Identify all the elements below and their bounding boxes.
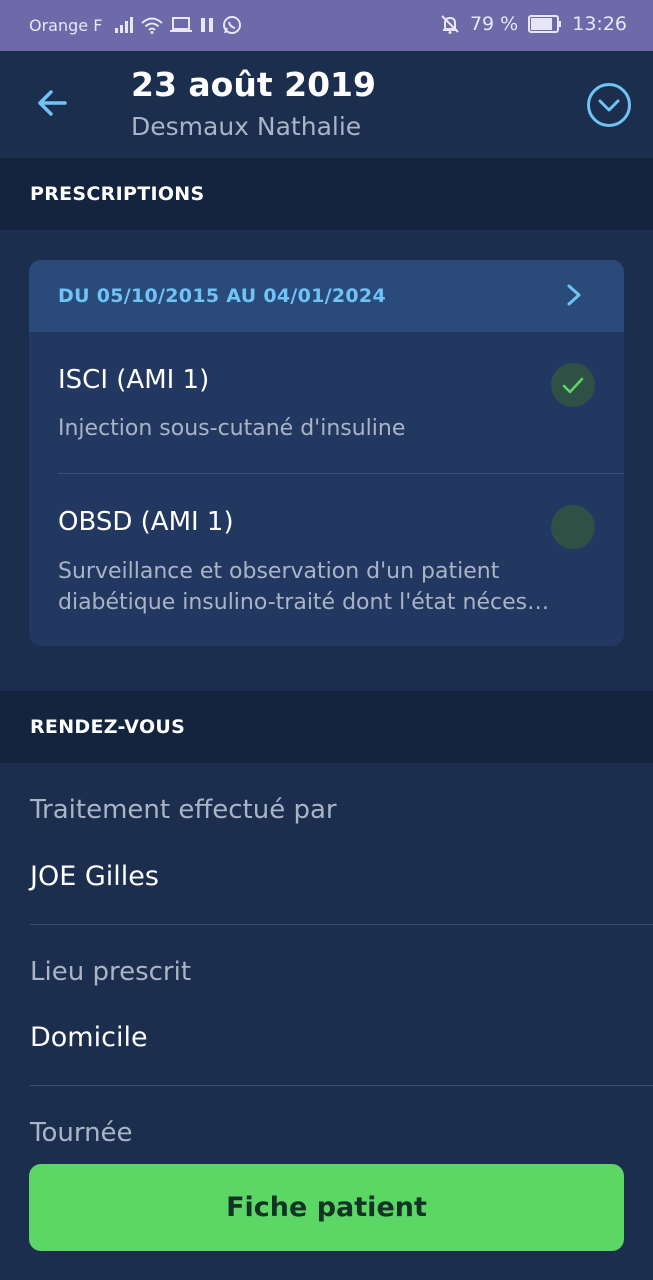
prescription-code: ISCI (AMI 1) [58,365,210,395]
field-value-treatment[interactable]: JOE Gilles [30,861,159,892]
back-arrow-icon[interactable] [32,83,72,123]
prescription-description: Surveillance et observation d'un patient… [58,559,550,615]
clock: 13:26 [572,13,627,35]
fiche-patient-label: Fiche patient [226,1192,427,1223]
pause-icon [201,18,214,32]
prescription-range-header[interactable]: DU 05/10/2015 AU 04/01/2024 [29,260,624,332]
battery-icon [528,15,562,33]
prescription-date-range: DU 05/10/2015 AU 04/01/2024 [58,285,386,307]
chevron-right-icon [567,284,581,306]
prescription-code: OBSD (AMI 1) [58,507,234,537]
whatsapp-icon [223,16,242,34]
prescription-checkbox[interactable] [551,505,595,549]
field-label-treatment: Traitement effectué par [30,795,337,825]
fiche-patient-button[interactable]: Fiche patient [29,1164,624,1251]
prescription-card: DU 05/10/2015 AU 04/01/2024 ISCI (AMI 1)… [29,260,624,646]
chevron-down-circle-icon[interactable] [585,81,633,129]
battery-percent: 79 % [469,13,519,35]
page-title: 23 août 2019 [131,65,376,104]
carrier-label: Orange F [29,15,103,35]
field-value-location[interactable]: Domicile [30,1022,148,1053]
notifications-off-icon [441,15,459,34]
app-header: 23 août 2019 Desmaux Nathalie [0,51,653,158]
field-label-location: Lieu prescrit [30,957,192,987]
rendezvous-section-header: RENDEZ-VOUS [0,691,653,763]
prescription-checkbox[interactable] [551,363,595,407]
prescription-item[interactable]: ISCI (AMI 1) Injection sous-cutané d'ins… [29,332,624,473]
divider [30,924,653,925]
field-label-round: Tournée [30,1118,133,1148]
checkmark-icon [562,377,584,394]
prescription-item[interactable]: OBSD (AMI 1) Surveillance et observation… [29,474,624,646]
signal-icon [115,17,134,33]
prescriptions-section-header: PRESCRIPTIONS [0,158,653,230]
section-title: RENDEZ-VOUS [30,716,186,738]
wifi-icon [141,17,164,34]
prescription-description: Injection sous-cutané d'insuline [58,416,406,441]
status-bar: Orange F 79 % 13:26 [0,0,653,51]
patient-name: Desmaux Nathalie [131,112,362,141]
laptop-icon [170,17,193,32]
section-title: PRESCRIPTIONS [30,183,205,205]
divider [30,1085,653,1086]
